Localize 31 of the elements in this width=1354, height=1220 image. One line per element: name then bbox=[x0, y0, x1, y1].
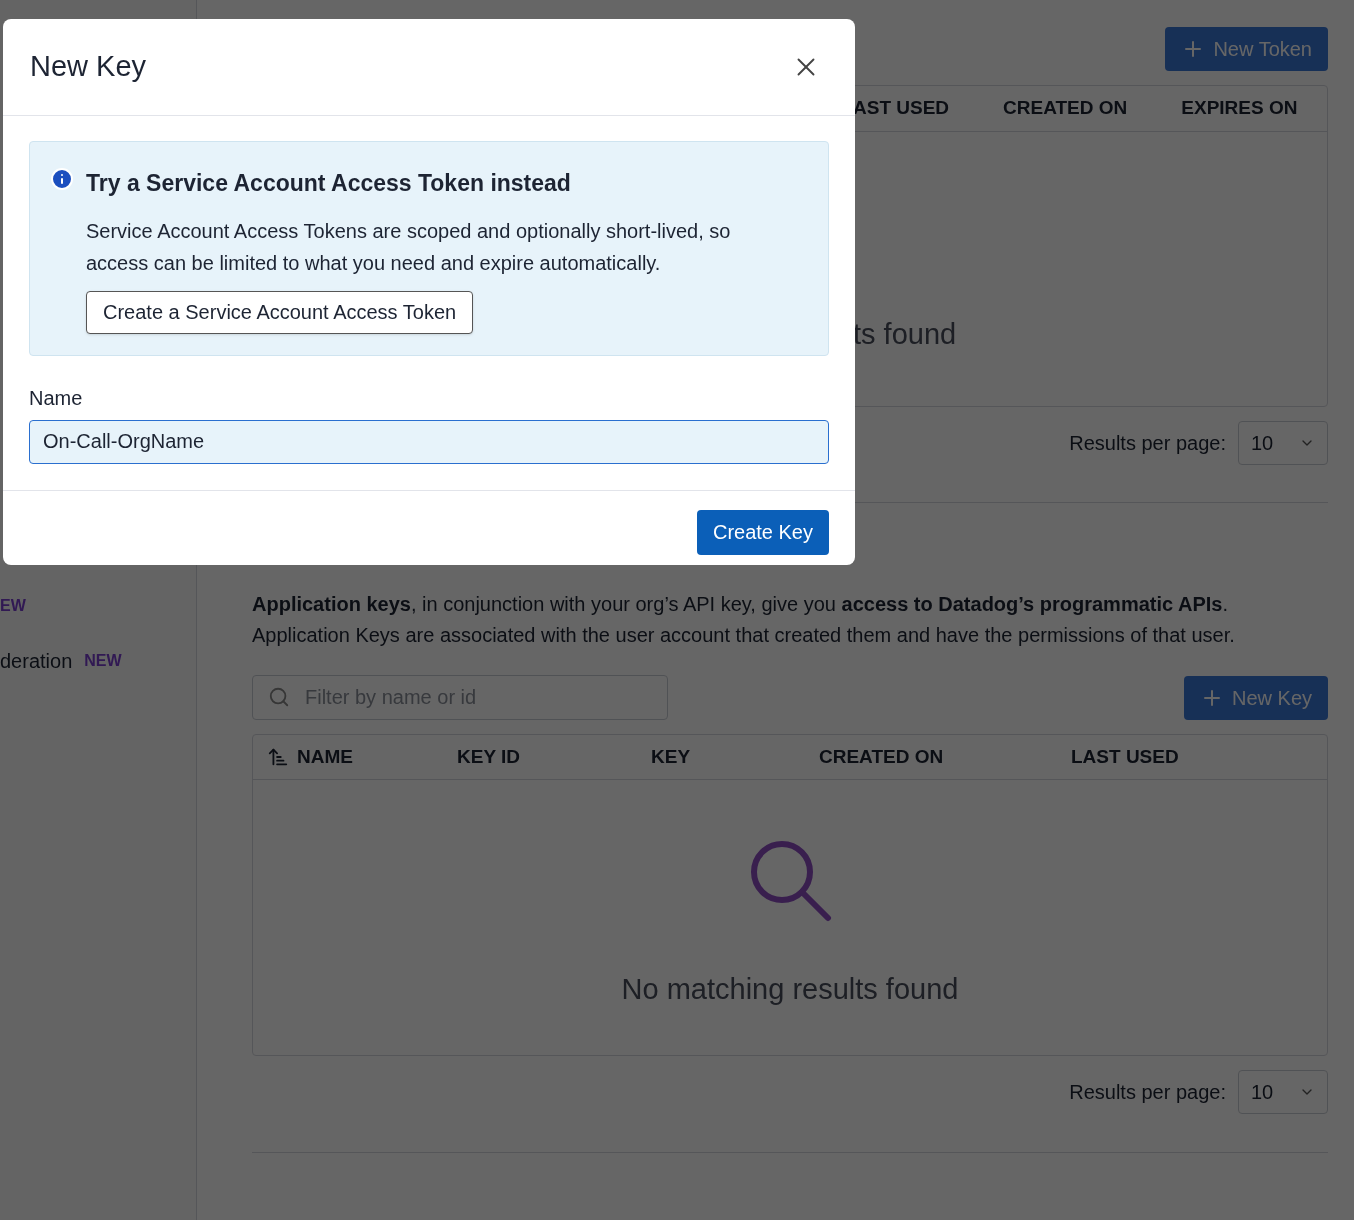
name-label: Name bbox=[29, 385, 84, 411]
empty-state-text: ts found bbox=[853, 316, 957, 352]
callout-title: Try a Service Account Access Token instead bbox=[86, 169, 572, 198]
column-header[interactable]: EXPIRES ON bbox=[1181, 94, 1298, 123]
column-header[interactable]: KEY ID bbox=[457, 742, 520, 772]
per-page-select[interactable]: 10 bbox=[1238, 421, 1328, 465]
sidebar-item[interactable]: deration bbox=[0, 646, 73, 676]
create-service-account-token-button[interactable]: Create a Service Account Access Token bbox=[86, 290, 474, 334]
column-header[interactable]: KEY bbox=[651, 742, 691, 772]
column-header[interactable]: LAST USED bbox=[1071, 742, 1179, 772]
column-header[interactable]: AST USED bbox=[853, 94, 950, 123]
name-field[interactable]: On-Call-OrgName bbox=[29, 419, 829, 464]
description-text: Application keys, in conjunction with your org’s API key, give you access to Datadog’s programmatic APIs. Application Keys are associated with the user account that created them and have the permissions of that user. bbox=[252, 592, 1236, 648]
results-per-page-label: Results per page: bbox=[1069, 1080, 1226, 1105]
sort-icon[interactable] bbox=[267, 746, 289, 768]
magnifier-icon bbox=[748, 838, 832, 922]
info-icon bbox=[50, 167, 74, 191]
create-key-button[interactable]: Create Key bbox=[696, 509, 829, 555]
column-header[interactable]: NAME bbox=[297, 742, 353, 772]
new-key-button[interactable]: New Key bbox=[1183, 675, 1328, 720]
empty-state-text: No matching results found bbox=[621, 972, 959, 1007]
modal-title: New Key bbox=[30, 49, 147, 85]
callout-text: Service Account Access Tokens are scoped and optionally short-lived, so access can be limited to what you need and expire automatically. bbox=[86, 218, 732, 276]
results-per-page-label: Results per page: bbox=[1069, 431, 1226, 456]
new-label: NEW bbox=[84, 651, 122, 671]
new-token-button[interactable]: New Token bbox=[1165, 27, 1328, 71]
search-icon bbox=[268, 686, 290, 708]
column-header[interactable]: CREATED ON bbox=[1003, 94, 1128, 123]
new-label: EW bbox=[0, 596, 26, 616]
per-page-select[interactable]: 10 bbox=[1238, 1070, 1328, 1114]
column-header[interactable]: CREATED ON bbox=[819, 742, 944, 772]
